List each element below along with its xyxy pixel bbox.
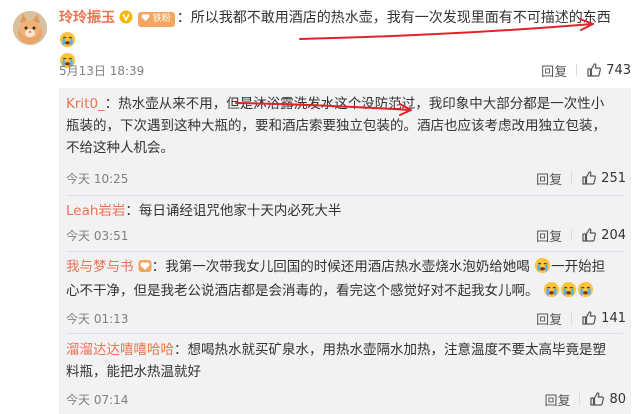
reply-colon: ： bbox=[151, 259, 166, 275]
avatar[interactable] bbox=[13, 11, 47, 45]
reply-text-block: Krit0_：热水壶从来不用，但是沐浴露洗发水这个没防范过，我印象中大部分都是一… bbox=[66, 93, 611, 159]
reply-username[interactable]: Leah岩岩 bbox=[66, 203, 125, 219]
reply-meta: 今天 07:14 回复 80 bbox=[66, 389, 626, 409]
fan-badge-label: 铁粉 bbox=[152, 14, 171, 24]
comment-time: 5月13日 18:39 bbox=[59, 64, 145, 78]
crying-emoji-icon bbox=[59, 31, 76, 48]
action-divider bbox=[571, 172, 573, 184]
main-comment-colon: ： bbox=[176, 10, 191, 26]
like-button[interactable]: 141 bbox=[581, 310, 626, 326]
reply-button[interactable]: 回复 bbox=[541, 61, 567, 80]
reply-divider bbox=[66, 333, 623, 334]
reply-button[interactable]: 回复 bbox=[536, 226, 562, 245]
like-thumb-icon bbox=[582, 171, 597, 185]
main-comment-username[interactable]: 玲玲振玉 bbox=[59, 10, 115, 26]
reply-username[interactable]: 我与梦与书 bbox=[66, 259, 134, 275]
vip-v-badge-icon bbox=[119, 10, 133, 31]
reply-text: 每日诵经诅咒他家十天内必死大半 bbox=[138, 203, 342, 219]
reply-meta: 今天 03:51 回复 204 bbox=[66, 225, 626, 245]
reply-actions: 回复 204 bbox=[536, 225, 626, 245]
like-thumb-icon bbox=[590, 392, 605, 406]
reply-colon: ： bbox=[104, 96, 119, 112]
reply-time: 今天 10:25 bbox=[66, 172, 129, 186]
reply-button[interactable]: 回复 bbox=[536, 309, 562, 328]
comment-actions: 回复 743 bbox=[541, 60, 631, 80]
reply-text-block: 溜溜达达嘻嘻哈哈：想喝热水就买矿泉水，用热水壶隔水加热，注意温度不要太高毕竟是塑… bbox=[66, 339, 611, 383]
reply-colon: ： bbox=[174, 342, 188, 358]
reply-divider bbox=[66, 195, 623, 196]
crying-emoji-icon bbox=[543, 281, 559, 298]
action-divider bbox=[579, 393, 581, 405]
reply-colon: ： bbox=[125, 203, 139, 219]
action-divider bbox=[571, 312, 573, 324]
like-count: 251 bbox=[601, 170, 626, 186]
action-divider bbox=[576, 64, 578, 76]
reply-text: 热水壶从来不用，但是沐浴露洗发水这个没防范过，我印象中大部分都是一次性小瓶装的，… bbox=[66, 96, 606, 156]
main-comment: 玲玲振玉 铁粉 ：所以我都不敢用酒店的热水壶，我有一次发现里面有不可描述的东西 bbox=[0, 0, 640, 90]
reply-actions: 回复 141 bbox=[536, 308, 626, 328]
like-thumb-icon bbox=[582, 228, 597, 242]
reply-divider bbox=[66, 251, 623, 252]
crying-emoji-icon bbox=[535, 257, 551, 274]
crying-emoji-icon bbox=[577, 281, 593, 298]
main-comment-text: 所以我都不敢用酒店的热水壶，我有一次发现里面有不可描述的东西 bbox=[190, 10, 611, 26]
like-button[interactable]: 251 bbox=[581, 170, 626, 186]
reply-meta: 今天 10:25 回复 251 bbox=[66, 168, 626, 188]
like-count: 141 bbox=[601, 310, 626, 326]
like-count: 80 bbox=[609, 391, 626, 407]
crying-emoji-icon bbox=[560, 281, 576, 298]
reply-text: 我第一次带我女儿回国的时候还用酒店热水壶烧水泡奶给她喝 bbox=[165, 259, 530, 275]
reply-username[interactable]: 溜溜达达嘻嘻哈哈 bbox=[66, 342, 174, 358]
fan-badge: 铁粉 bbox=[137, 12, 175, 27]
reply-meta: 今天 01:13 回复 141 bbox=[66, 308, 626, 328]
reply-button[interactable]: 回复 bbox=[544, 390, 570, 409]
fan-badge-icon bbox=[138, 258, 152, 280]
like-count: 204 bbox=[601, 227, 626, 243]
like-thumb-icon bbox=[582, 311, 597, 325]
main-comment-meta: 5月13日 18:39 回复 743 bbox=[59, 60, 631, 80]
action-divider bbox=[571, 229, 573, 241]
reply-time: 今天 01:13 bbox=[66, 312, 129, 326]
reply-time: 今天 07:14 bbox=[66, 393, 129, 407]
reply-button[interactable]: 回复 bbox=[536, 169, 562, 188]
like-count: 743 bbox=[606, 62, 631, 78]
fan-heart-icon bbox=[141, 14, 150, 22]
like-button[interactable]: 204 bbox=[581, 227, 626, 243]
like-button[interactable]: 743 bbox=[586, 62, 631, 78]
reply-actions: 回复 80 bbox=[544, 389, 626, 409]
reply-actions: 回复 251 bbox=[536, 168, 626, 188]
reply-time: 今天 03:51 bbox=[66, 229, 129, 243]
reply-username[interactable]: Krit0_ bbox=[66, 96, 105, 112]
like-button[interactable]: 80 bbox=[589, 391, 626, 407]
like-thumb-icon bbox=[587, 63, 602, 77]
reply-text-block: Leah岩岩：每日诵经诅咒他家十天内必死大半 bbox=[66, 200, 611, 222]
replies-panel: Krit0_：热水壶从来不用，但是沐浴露洗发水这个没防范过，我印象中大部分都是一… bbox=[59, 88, 631, 414]
reply-text-block: 我与梦与书 ：我第一次带我女儿回国的时候还用酒店热水壶烧水泡奶给她喝 一开始担心… bbox=[66, 256, 611, 302]
